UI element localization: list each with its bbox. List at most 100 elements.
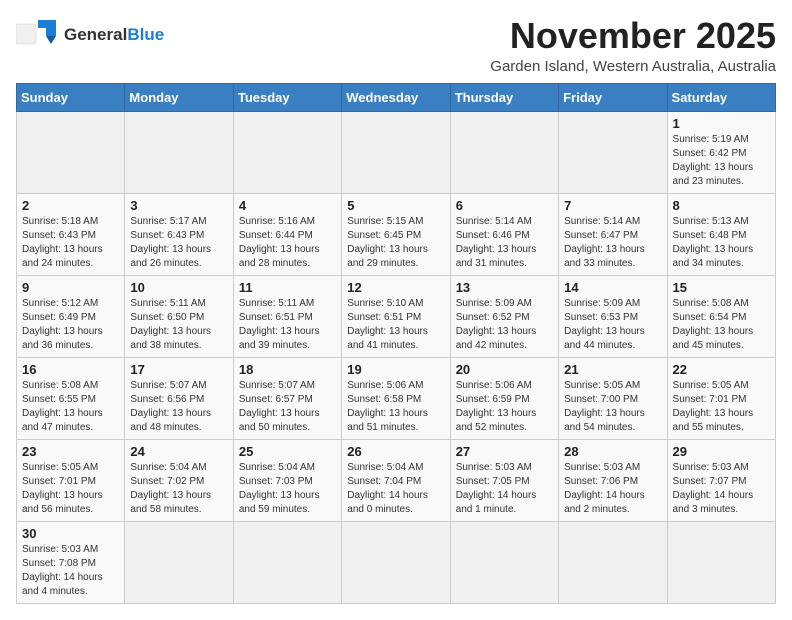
calendar-cell — [450, 111, 558, 193]
calendar-cell — [125, 111, 233, 193]
day-info: Sunrise: 5:16 AM Sunset: 6:44 PM Dayligh… — [239, 215, 336, 271]
calendar-cell: 27 Sunrise: 5:03 AM Sunset: 7:05 PM Dayli… — [450, 439, 558, 521]
calendar-dow-thursday: Thursday — [450, 83, 558, 111]
day-number: 25 — [239, 444, 336, 459]
day-info: Sunrise: 5:10 AM Sunset: 6:51 PM Dayligh… — [347, 297, 444, 353]
day-info: Sunrise: 5:13 AM Sunset: 6:48 PM Dayligh… — [673, 215, 770, 271]
calendar-cell: 8 Sunrise: 5:13 AM Sunset: 6:48 PM Daylig… — [667, 193, 775, 275]
calendar-cell: 10Sunrise: 5:11 AM Sunset: 6:50 PM Dayli… — [125, 275, 233, 357]
calendar-cell: 2Sunrise: 5:18 AM Sunset: 6:43 PM Daylig… — [17, 193, 125, 275]
day-number: 23 — [22, 444, 119, 459]
calendar-cell — [342, 521, 450, 603]
logo-blue: Blue — [127, 25, 164, 44]
day-info: Sunrise: 5:04 AM Sunset: 7:04 PM Dayligh… — [347, 461, 444, 517]
calendar-cell: 28 Sunrise: 5:03 AM Sunset: 7:06 PM Dayli… — [559, 439, 667, 521]
day-info: Sunrise: 5:04 AM Sunset: 7:02 PM Dayligh… — [130, 461, 227, 517]
calendar-cell: 13 Sunrise: 5:09 AM Sunset: 6:52 PM Dayli… — [450, 275, 558, 357]
calendar-cell: 18Sunrise: 5:07 AM Sunset: 6:57 PM Dayli… — [233, 357, 341, 439]
location-subtitle: Garden Island, Western Australia, Austra… — [490, 58, 776, 75]
day-number: 19 — [347, 362, 444, 377]
calendar-dow-sunday: Sunday — [17, 83, 125, 111]
calendar-cell: 24 Sunrise: 5:04 AM Sunset: 7:02 PM Dayli… — [125, 439, 233, 521]
day-number: 17 — [130, 362, 227, 377]
calendar-cell: 17 Sunrise: 5:07 AM Sunset: 6:56 PM Dayli… — [125, 357, 233, 439]
calendar-cell — [450, 521, 558, 603]
day-info: Sunrise: 5:18 AM Sunset: 6:43 PM Dayligh… — [22, 215, 119, 271]
calendar-cell: 12 Sunrise: 5:10 AM Sunset: 6:51 PM Dayli… — [342, 275, 450, 357]
day-number: 8 — [673, 198, 770, 213]
day-number: 15 — [673, 280, 770, 295]
calendar-cell: 1 Sunrise: 5:19 AM Sunset: 6:42 PM Daylig… — [667, 111, 775, 193]
day-info: Sunrise: 5:05 AM Sunset: 7:01 PM Dayligh… — [673, 379, 770, 435]
calendar-cell: 21Sunrise: 5:05 AM Sunset: 7:00 PM Dayli… — [559, 357, 667, 439]
calendar-cell — [125, 521, 233, 603]
day-number: 28 — [564, 444, 661, 459]
day-info: Sunrise: 5:04 AM Sunset: 7:03 PM Dayligh… — [239, 461, 336, 517]
day-number: 20 — [456, 362, 553, 377]
calendar-week-row: 30 Sunrise: 5:03 AM Sunset: 7:08 PM Dayli… — [17, 521, 776, 603]
calendar-cell: 9 Sunrise: 5:12 AM Sunset: 6:49 PM Daylig… — [17, 275, 125, 357]
day-info: Sunrise: 5:12 AM Sunset: 6:49 PM Dayligh… — [22, 297, 119, 353]
day-info: Sunrise: 5:09 AM Sunset: 6:53 PM Dayligh… — [564, 297, 661, 353]
day-info: Sunrise: 5:14 AM Sunset: 6:46 PM Dayligh… — [456, 215, 553, 271]
calendar-cell — [667, 521, 775, 603]
calendar-cell: 11Sunrise: 5:11 AM Sunset: 6:51 PM Dayli… — [233, 275, 341, 357]
calendar-cell: 26 Sunrise: 5:04 AM Sunset: 7:04 PM Dayli… — [342, 439, 450, 521]
calendar-table: SundayMondayTuesdayWednesdayThursdayFrid… — [16, 83, 776, 604]
calendar-cell — [559, 521, 667, 603]
day-info: Sunrise: 5:05 AM Sunset: 7:01 PM Dayligh… — [22, 461, 119, 517]
day-info: Sunrise: 5:19 AM Sunset: 6:42 PM Dayligh… — [673, 133, 770, 189]
day-info: Sunrise: 5:14 AM Sunset: 6:47 PM Dayligh… — [564, 215, 661, 271]
calendar-cell: 14 Sunrise: 5:09 AM Sunset: 6:53 PM Dayli… — [559, 275, 667, 357]
day-number: 11 — [239, 280, 336, 295]
calendar-cell — [233, 521, 341, 603]
calendar-week-row: 9 Sunrise: 5:12 AM Sunset: 6:49 PM Daylig… — [17, 275, 776, 357]
day-number: 24 — [130, 444, 227, 459]
day-info: Sunrise: 5:06 AM Sunset: 6:59 PM Dayligh… — [456, 379, 553, 435]
calendar-cell: 22 Sunrise: 5:05 AM Sunset: 7:01 PM Dayli… — [667, 357, 775, 439]
calendar-cell: 25 Sunrise: 5:04 AM Sunset: 7:03 PM Dayli… — [233, 439, 341, 521]
calendar-cell — [559, 111, 667, 193]
day-number: 12 — [347, 280, 444, 295]
day-number: 14 — [564, 280, 661, 295]
calendar-dow-wednesday: Wednesday — [342, 83, 450, 111]
calendar-week-row: 1 Sunrise: 5:19 AM Sunset: 6:42 PM Daylig… — [17, 111, 776, 193]
page-header: GeneralBlue November 2025 Garden Island,… — [16, 16, 776, 75]
calendar-week-row: 2Sunrise: 5:18 AM Sunset: 6:43 PM Daylig… — [17, 193, 776, 275]
day-number: 1 — [673, 116, 770, 131]
day-number: 7 — [564, 198, 661, 213]
day-number: 9 — [22, 280, 119, 295]
calendar-cell: 4Sunrise: 5:16 AM Sunset: 6:44 PM Daylig… — [233, 193, 341, 275]
day-info: Sunrise: 5:09 AM Sunset: 6:52 PM Dayligh… — [456, 297, 553, 353]
day-info: Sunrise: 5:03 AM Sunset: 7:08 PM Dayligh… — [22, 543, 119, 599]
day-number: 29 — [673, 444, 770, 459]
logo-icon — [16, 16, 60, 52]
logo: GeneralBlue — [16, 16, 164, 52]
day-info: Sunrise: 5:11 AM Sunset: 6:50 PM Dayligh… — [130, 297, 227, 353]
day-info: Sunrise: 5:17 AM Sunset: 6:43 PM Dayligh… — [130, 215, 227, 271]
day-info: Sunrise: 5:03 AM Sunset: 7:06 PM Dayligh… — [564, 461, 661, 517]
calendar-cell — [233, 111, 341, 193]
day-info: Sunrise: 5:07 AM Sunset: 6:56 PM Dayligh… — [130, 379, 227, 435]
calendar-cell: 19Sunrise: 5:06 AM Sunset: 6:58 PM Dayli… — [342, 357, 450, 439]
calendar-cell: 7 Sunrise: 5:14 AM Sunset: 6:47 PM Daylig… — [559, 193, 667, 275]
day-number: 22 — [673, 362, 770, 377]
day-number: 13 — [456, 280, 553, 295]
logo-wordmark: GeneralBlue — [64, 26, 164, 43]
calendar-cell: 15Sunrise: 5:08 AM Sunset: 6:54 PM Dayli… — [667, 275, 775, 357]
day-number: 18 — [239, 362, 336, 377]
day-number: 27 — [456, 444, 553, 459]
day-number: 6 — [456, 198, 553, 213]
title-area: November 2025 Garden Island, Western Aus… — [490, 16, 776, 75]
calendar-cell: 6 Sunrise: 5:14 AM Sunset: 6:46 PM Daylig… — [450, 193, 558, 275]
calendar-cell: 16Sunrise: 5:08 AM Sunset: 6:55 PM Dayli… — [17, 357, 125, 439]
calendar-cell: 23 Sunrise: 5:05 AM Sunset: 7:01 PM Dayli… — [17, 439, 125, 521]
day-info: Sunrise: 5:03 AM Sunset: 7:05 PM Dayligh… — [456, 461, 553, 517]
day-number: 21 — [564, 362, 661, 377]
calendar-dow-monday: Monday — [125, 83, 233, 111]
day-number: 5 — [347, 198, 444, 213]
day-number: 26 — [347, 444, 444, 459]
calendar-week-row: 16Sunrise: 5:08 AM Sunset: 6:55 PM Dayli… — [17, 357, 776, 439]
day-number: 30 — [22, 526, 119, 541]
calendar-cell: 30 Sunrise: 5:03 AM Sunset: 7:08 PM Dayli… — [17, 521, 125, 603]
